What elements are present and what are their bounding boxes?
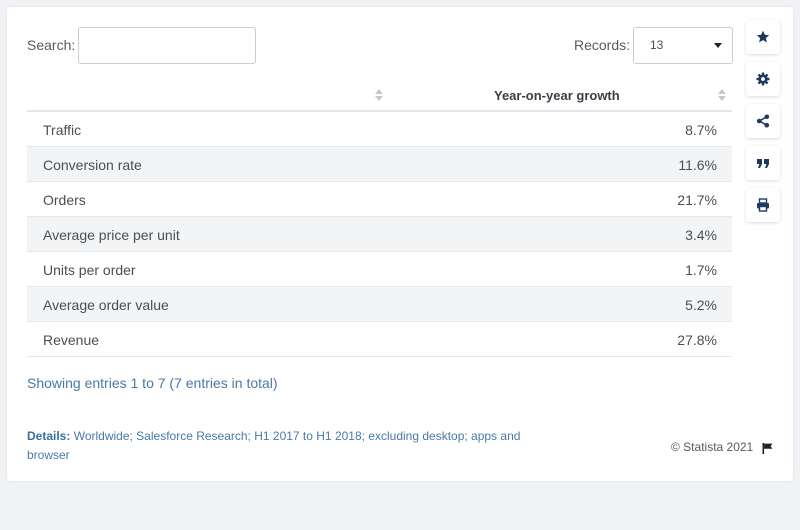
row-label: Conversion rate <box>43 157 142 173</box>
flag-icon[interactable] <box>762 443 773 454</box>
gear-icon <box>756 72 770 86</box>
details-text: Worldwide; Salesforce Research; H1 2017 … <box>27 429 521 462</box>
row-value: 1.7% <box>685 262 717 278</box>
search-label: Search: <box>27 37 76 53</box>
data-table: Year-on-year growth Traffic 8.7% Convers… <box>27 78 732 357</box>
records-label: Records: <box>574 37 631 53</box>
favorite-button[interactable] <box>746 20 780 54</box>
share-button[interactable] <box>746 104 780 138</box>
table-row: Units per order 1.7% <box>27 252 732 287</box>
table-row: Revenue 27.8% <box>27 322 732 357</box>
records-selected-value: 13 <box>650 38 664 52</box>
details-label[interactable]: Details: <box>27 429 70 443</box>
row-label: Traffic <box>43 122 82 138</box>
table-row: Conversion rate 11.6% <box>27 147 732 182</box>
records-select[interactable]: 13 <box>633 27 733 64</box>
row-label: Revenue <box>43 332 100 348</box>
row-label: Average order value <box>43 297 169 313</box>
table-row: Orders 21.7% <box>27 182 732 217</box>
table-header: Year-on-year growth <box>27 78 732 112</box>
entries-summary: Showing entries 1 to 7 (7 entries in tot… <box>27 375 278 391</box>
table-row: Average price per unit 3.4% <box>27 217 732 252</box>
sort-icon[interactable] <box>718 89 726 102</box>
details-note: Details: Worldwide; Salesforce Research;… <box>27 427 557 465</box>
row-label: Average price per unit <box>43 227 180 243</box>
row-label: Units per order <box>43 262 136 278</box>
row-value: 8.7% <box>685 122 717 138</box>
action-sidebar <box>746 20 780 230</box>
row-value: 27.8% <box>677 332 717 348</box>
chevron-down-icon <box>714 43 722 48</box>
settings-button[interactable] <box>746 62 780 96</box>
row-label: Orders <box>43 192 86 208</box>
sort-icon[interactable] <box>375 89 383 102</box>
search-input[interactable] <box>78 27 256 64</box>
column-header-growth[interactable]: Year-on-year growth <box>494 88 620 103</box>
print-icon <box>757 198 769 212</box>
cite-button[interactable] <box>746 146 780 180</box>
table-row: Average order value 5.2% <box>27 287 732 322</box>
row-value: 21.7% <box>677 192 717 208</box>
quote-icon <box>757 159 769 168</box>
row-value: 3.4% <box>685 227 717 243</box>
share-icon <box>756 114 770 128</box>
row-value: 11.6% <box>678 157 717 173</box>
table-row: Traffic 8.7% <box>27 112 732 147</box>
print-button[interactable] <box>746 188 780 222</box>
row-value: 5.2% <box>685 297 717 313</box>
copyright-text[interactable]: © Statista 2021 <box>671 440 753 454</box>
star-icon <box>756 30 770 43</box>
